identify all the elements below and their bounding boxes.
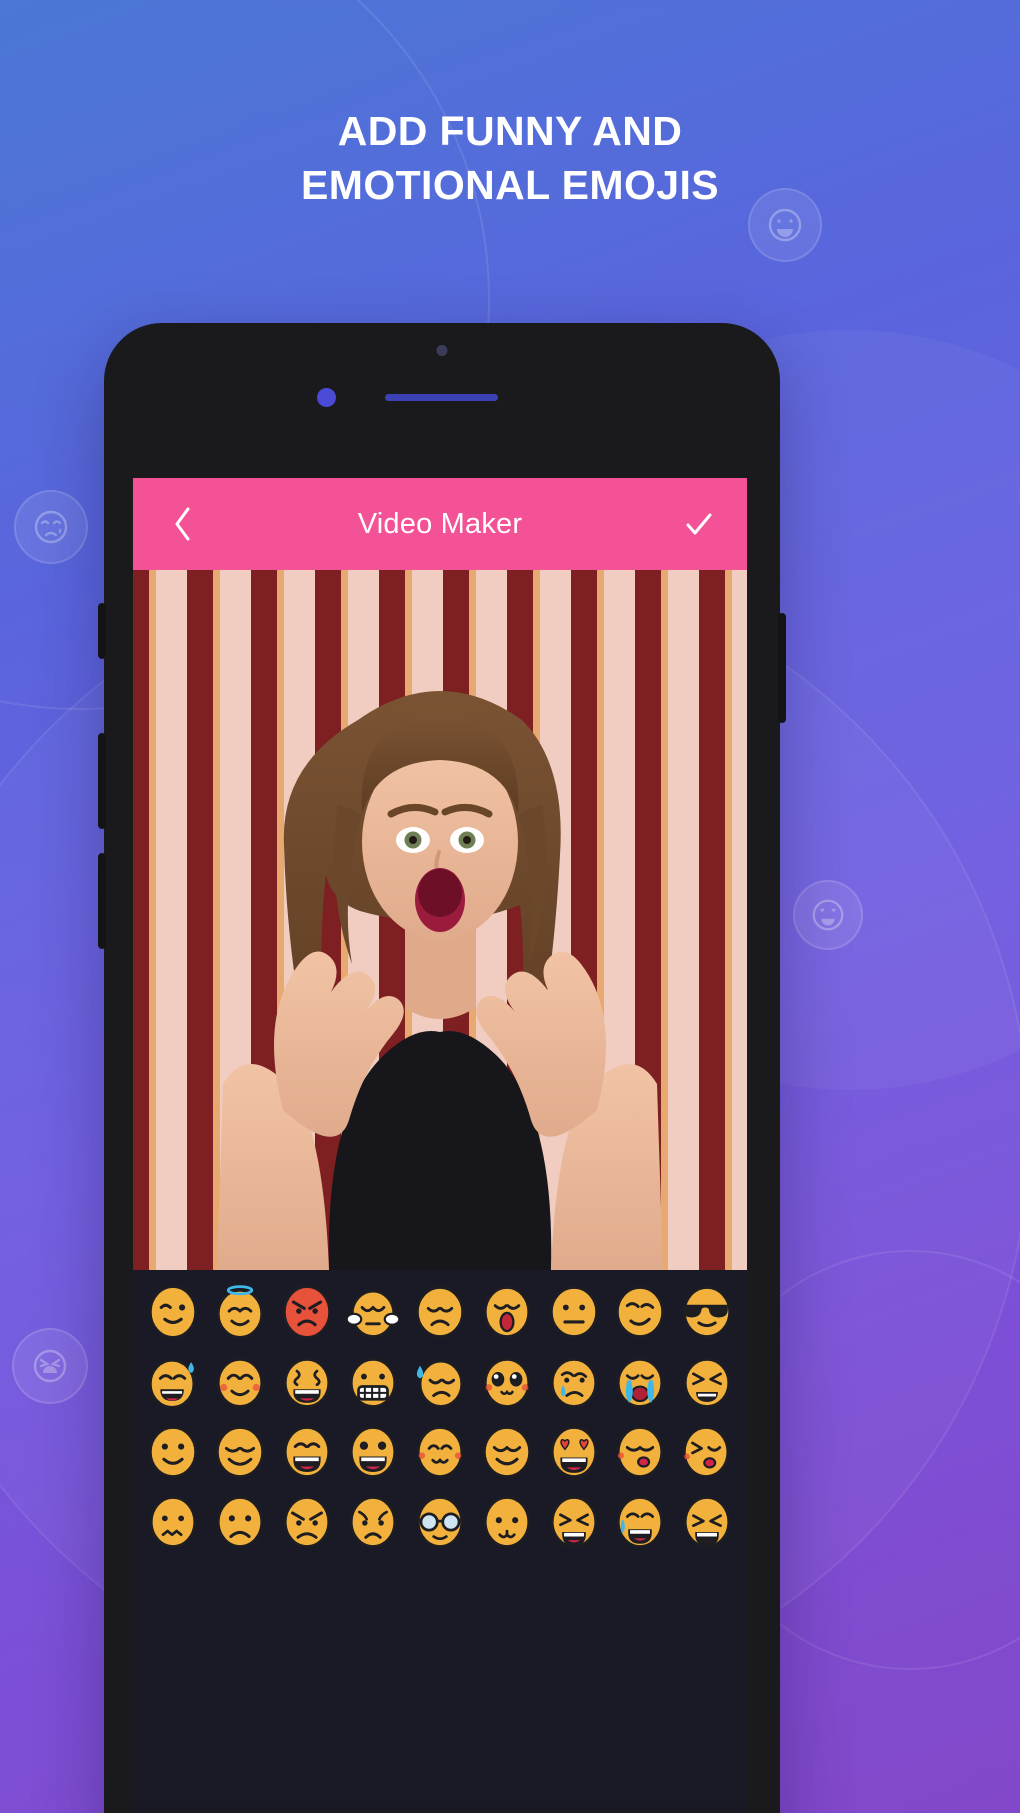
chevron-left-icon[interactable] — [155, 478, 211, 570]
emoji-worried-zigzag-mouth-face[interactable] — [143, 1492, 203, 1552]
phone-volume-up-button — [98, 733, 106, 829]
emoji-grimacing-face[interactable] — [343, 1352, 403, 1412]
emoji-frowning-face[interactable] — [210, 1492, 270, 1552]
heart-eyes-deco-icon — [793, 880, 863, 950]
phone-volume-down-button — [98, 853, 106, 949]
emoji-disappointed-face[interactable] — [410, 1282, 470, 1342]
emoji-tears-of-joy-face[interactable] — [610, 1492, 670, 1552]
emoji-weary-face[interactable] — [677, 1352, 737, 1412]
emoji-grinning-face-with-sweat[interactable] — [143, 1352, 203, 1412]
phone-screen: Video Maker — [133, 478, 747, 1813]
phone-earpiece-speaker — [385, 394, 498, 401]
emoji-pouting-angry-face[interactable] — [277, 1492, 337, 1552]
emoji-smiling-face-with-blush[interactable] — [210, 1352, 270, 1412]
headline-line-2: EMOTIONAL EMOJIS — [301, 162, 719, 209]
emoji-angry-face[interactable] — [277, 1282, 337, 1342]
app-title: Video Maker — [357, 507, 523, 540]
emoji-smirking-face[interactable] — [610, 1282, 670, 1342]
emoji-slightly-smiling-face[interactable] — [143, 1422, 203, 1482]
crying-face-deco-icon — [14, 490, 88, 564]
weary-face-deco-icon — [12, 1328, 88, 1404]
emoji-kissing-face[interactable] — [610, 1422, 670, 1482]
preview-person-photo — [217, 691, 663, 1270]
video-preview[interactable] — [133, 570, 747, 1270]
emoji-row — [143, 1352, 737, 1412]
emoji-neutral-face[interactable] — [544, 1282, 604, 1342]
emoji-face-with-steam-from-nose[interactable] — [343, 1282, 403, 1342]
emoji-heart-eyes-face[interactable] — [544, 1422, 604, 1482]
emoji-sad-face-with-sweat[interactable] — [410, 1352, 470, 1412]
emoji-dizzy-laughing-face[interactable] — [277, 1352, 337, 1412]
emoji-row — [143, 1282, 737, 1342]
emoji-relieved-face[interactable] — [210, 1422, 270, 1482]
emoji-smiling-face-with-halo[interactable] — [210, 1282, 270, 1342]
headline-line-1: ADD FUNNY AND — [337, 108, 683, 154]
emoji-picker-panel[interactable] — [133, 1270, 747, 1813]
check-icon[interactable] — [671, 478, 727, 570]
app-header: Video Maker — [133, 478, 747, 570]
bottom-toolbar: Slide Music Timer — [133, 1797, 747, 1813]
emoji-cat-face[interactable] — [477, 1492, 537, 1552]
phone-sensor-dot — [436, 345, 448, 356]
emoji-face-with-sunglasses[interactable] — [677, 1282, 737, 1342]
emoji-happy-closed-eyes-face[interactable] — [477, 1422, 537, 1482]
emoji-sad-pleading-face[interactable] — [343, 1492, 403, 1552]
emoji-nerd-face-with-glasses[interactable] — [410, 1492, 470, 1552]
emoji-squinting-laughing-face[interactable] — [544, 1492, 604, 1552]
emoji-star-struck-kawaii-face[interactable] — [477, 1352, 537, 1412]
emoji-yawning-face[interactable] — [477, 1282, 537, 1342]
emoji-loudly-crying-face[interactable] — [610, 1352, 670, 1412]
phone-side-button — [98, 603, 106, 659]
emoji-cat-smile-face[interactable] — [410, 1422, 470, 1482]
emoji-laughing-face[interactable] — [277, 1422, 337, 1482]
emoji-grinning-face-big-eyes[interactable] — [343, 1422, 403, 1482]
emoji-kissing-wink-face[interactable] — [677, 1422, 737, 1482]
phone-front-camera — [317, 388, 336, 407]
phone-power-button — [778, 613, 786, 723]
headline: ADD FUNNY AND EMOTIONAL EMOJIS — [0, 104, 1020, 212]
phone-mockup: Video Maker — [98, 323, 786, 1813]
emoji-row — [143, 1422, 737, 1482]
emoji-crying-face[interactable] — [544, 1352, 604, 1412]
emoji-winking-face[interactable] — [143, 1282, 203, 1342]
emoji-row — [143, 1492, 737, 1552]
emoji-beaming-face[interactable] — [677, 1492, 737, 1552]
